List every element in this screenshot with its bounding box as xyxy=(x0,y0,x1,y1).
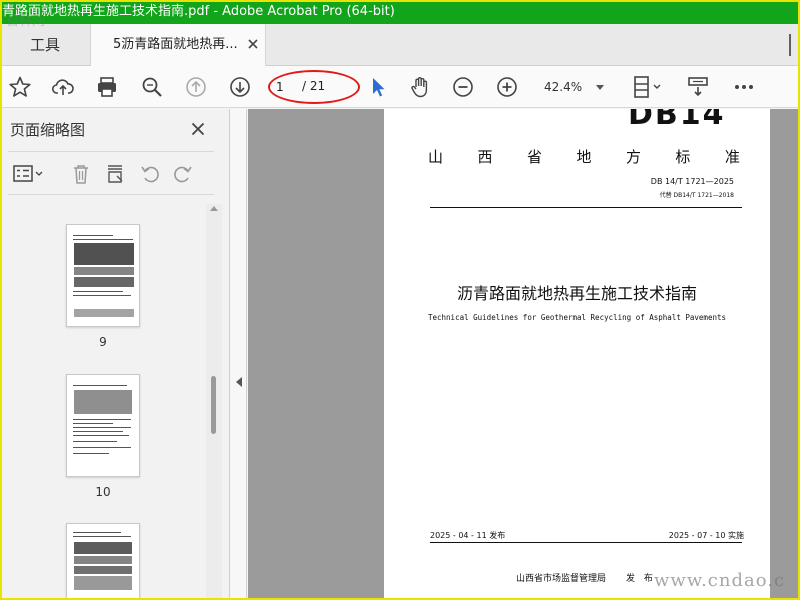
app-window: 青路面就地热再生施工技术指南.pdf - Adobe Acrobat Pro (… xyxy=(2,2,798,598)
replaces-standard: 代替 DB14/T 1721—2018 xyxy=(659,192,734,199)
tab-document[interactable]: 5沥青路面就地热再... xyxy=(90,24,266,67)
hand-icon[interactable] xyxy=(406,73,434,101)
page-total: / 21 xyxy=(302,79,326,93)
issuer: 山西省市场监督管理局 xyxy=(516,574,607,584)
scrollbar-thumb[interactable] xyxy=(211,376,216,434)
document-viewer[interactable]: DB14 山 西 省 地 方 标 准 DB 14/T 1721—2025 代替 … xyxy=(248,109,798,598)
thumbnail-page[interactable] xyxy=(66,224,140,327)
page-fit-icon[interactable] xyxy=(628,73,664,101)
print-icon[interactable] xyxy=(93,73,121,101)
tab-tools[interactable]: 工具 xyxy=(2,24,88,66)
tab-scroll-icon[interactable] xyxy=(788,32,798,58)
window-title: 青路面就地热再生施工技术指南.pdf - Adobe Acrobat Pro (… xyxy=(2,4,395,19)
thumbnail-page[interactable] xyxy=(66,374,140,477)
panel-title: 页面缩略图 xyxy=(10,121,86,139)
tab-document-label: 5沥青路面就地热再... xyxy=(113,37,238,52)
document-title: 沥青路面就地热再生施工技术指南 xyxy=(456,284,697,303)
zoom-level-value: 42.4% xyxy=(544,80,583,94)
rotate-left-icon[interactable] xyxy=(137,161,163,187)
implement-date: 2025 - 07 - 10 实施 xyxy=(668,531,744,540)
rotate-right-icon[interactable] xyxy=(170,161,196,187)
standard-logo: DB14 xyxy=(628,109,726,132)
divider xyxy=(8,194,214,195)
search-icon[interactable] xyxy=(138,73,166,101)
thumbnails-panel: 页面缩略图 9 10 xyxy=(2,109,230,598)
close-icon[interactable] xyxy=(191,122,205,136)
divider xyxy=(8,151,214,152)
thumbnail-page[interactable] xyxy=(66,523,140,598)
thumbnail-page-number: 9 xyxy=(99,335,107,349)
page-navigator: / 21 xyxy=(272,74,352,100)
select-cursor-icon[interactable] xyxy=(364,73,392,101)
issue-label: 发 布 xyxy=(626,574,656,584)
zoom-level-select[interactable]: 42.4% xyxy=(538,74,610,100)
page-down-icon[interactable] xyxy=(226,73,254,101)
chevron-down-icon xyxy=(596,85,604,90)
options-menu-icon[interactable] xyxy=(10,161,46,187)
more-icon[interactable] xyxy=(730,73,758,101)
scroll-mode-icon[interactable] xyxy=(684,73,712,101)
divider xyxy=(430,207,742,208)
document-subtitle: Technical Guidelines for Geothermal Recy… xyxy=(427,313,726,322)
trash-icon[interactable] xyxy=(68,161,94,187)
divider xyxy=(430,542,742,543)
zoom-out-icon[interactable] xyxy=(449,73,477,101)
zoom-in-icon[interactable] xyxy=(493,73,521,101)
tab-bar: 工具 5沥青路面就地热再... xyxy=(2,24,798,67)
insert-page-icon[interactable] xyxy=(102,161,128,187)
thumbnail-scrollbar[interactable] xyxy=(206,204,222,598)
standard-number: DB 14/T 1721—2025 xyxy=(650,177,734,186)
page-number-input[interactable] xyxy=(276,77,298,97)
star-icon[interactable] xyxy=(6,73,34,101)
thumbnail-page-number: 10 xyxy=(95,485,111,499)
pdf-page: DB14 山 西 省 地 方 标 准 DB 14/T 1721—2025 代替 … xyxy=(384,109,770,598)
panel-splitter[interactable] xyxy=(231,109,247,598)
thumbnail-toolbar xyxy=(2,157,222,189)
close-icon[interactable] xyxy=(247,38,259,50)
standard-name: 山 西 省 地 方 标 准 xyxy=(428,148,740,166)
page-up-icon[interactable] xyxy=(182,73,210,101)
chevron-up-icon[interactable] xyxy=(210,206,218,211)
collapse-arrow-icon[interactable] xyxy=(236,377,242,387)
cloud-upload-icon[interactable] xyxy=(49,73,77,101)
window-title-bar: 青路面就地热再生施工技术指南.pdf - Adobe Acrobat Pro (… xyxy=(2,2,798,24)
publish-date: 2025 - 04 - 11 发布 xyxy=(430,531,506,540)
main-toolbar: / 21 42.4% xyxy=(2,66,798,108)
